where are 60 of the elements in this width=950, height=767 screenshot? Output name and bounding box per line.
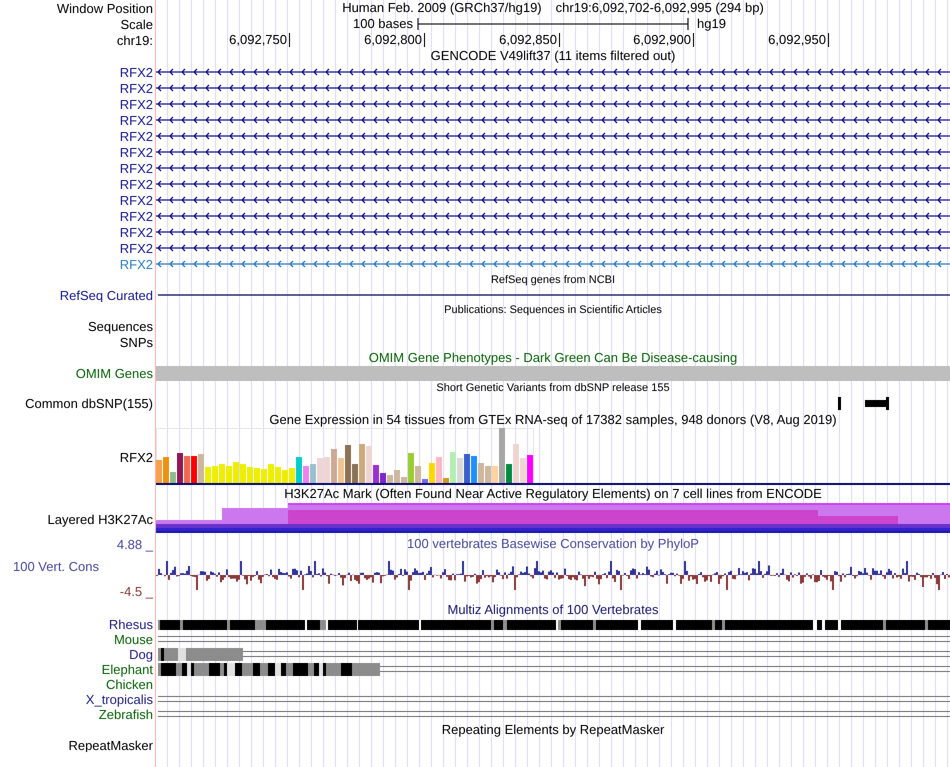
gene-name-link[interactable]: RFX2 bbox=[120, 160, 153, 176]
species-label[interactable]: Rhesus bbox=[108, 617, 153, 632]
row-label: Scale bbox=[120, 16, 153, 32]
track-title: Short Genetic Variants from dbSNP release 155 bbox=[436, 381, 670, 396]
ruler-tick-label: 6,092,850 bbox=[499, 32, 558, 48]
track-title: Repeating Elements by RepeatMasker bbox=[442, 722, 664, 738]
track-title: 100 vertebrates Basewise Conservation by PhyloP bbox=[407, 536, 699, 552]
species-label[interactable]: Mouse bbox=[114, 632, 153, 647]
assembly-title: Human Feb. 2009 (GRCh37/hg19) bbox=[342, 0, 542, 16]
gene-name-link[interactable]: RFX2 bbox=[120, 176, 153, 192]
gene-name-link[interactable]: RFX2 bbox=[120, 112, 153, 128]
species-label[interactable]: Chicken bbox=[106, 677, 153, 692]
variant-mark bbox=[838, 397, 841, 410]
track-title: RefSeq genes from NCBI bbox=[490, 272, 616, 288]
ruler-tick-label: 6,092,900 bbox=[633, 32, 692, 48]
axis-min-label: -4.5 _ bbox=[120, 584, 153, 599]
variant-mark bbox=[865, 397, 889, 410]
scale-bar-label: 100 bases bbox=[353, 16, 413, 32]
species-label[interactable]: Dog bbox=[129, 647, 153, 662]
assembly-label: hg19 bbox=[697, 16, 726, 32]
track-label[interactable]: SNPs bbox=[120, 334, 153, 350]
track-title: Gene Expression in 54 tissues from GTEx RNA-seq of 17382 samples, 948 donors (V8, Aug 2019) bbox=[269, 411, 837, 428]
ruler-tick bbox=[289, 33, 290, 47]
axis-max-label: 4.88 _ bbox=[116, 537, 153, 552]
track-title: GENCODE V49lift37 (11 items filtered out) bbox=[430, 48, 676, 64]
species-label[interactable]: X_tropicalis bbox=[86, 692, 153, 707]
track-title: OMIM Gene Phenotypes - Dark Green Can Be Disease-causing bbox=[368, 350, 738, 366]
ruler-tick bbox=[828, 33, 829, 47]
gene-name-link[interactable]: RFX2 bbox=[120, 240, 153, 256]
gene-name-link[interactable]: RFX2 bbox=[120, 128, 153, 144]
gene-name-link[interactable]: RFX2 bbox=[120, 64, 153, 80]
gene-name-link[interactable]: RFX2 bbox=[120, 144, 153, 160]
track-label[interactable]: Sequences bbox=[88, 318, 153, 334]
ruler-tick bbox=[424, 33, 425, 47]
track-label[interactable]: Layered H3K27Ac bbox=[47, 512, 153, 526]
species-label[interactable]: Elephant bbox=[102, 662, 153, 677]
species-label[interactable]: Zebrafish bbox=[98, 707, 153, 722]
gene-name-link[interactable]: RFX2 bbox=[120, 208, 153, 224]
row-label: chr19: bbox=[116, 32, 153, 48]
track-label[interactable]: 100 Vert. Cons bbox=[0, 559, 99, 574]
track-title: Publications: Sequences in Scientific Articles bbox=[444, 302, 662, 318]
track-label[interactable]: RFX2 bbox=[120, 450, 153, 464]
track-label[interactable]: OMIM Genes bbox=[76, 366, 153, 381]
gene-name-link[interactable]: RFX2 bbox=[120, 192, 153, 208]
position-title: chr19:6,092,702-6,092,995 (294 bp) bbox=[556, 0, 764, 16]
gene-name-link[interactable]: RFX2 bbox=[120, 96, 153, 112]
track-title: Multiz Alignments of 100 Vertebrates bbox=[447, 603, 658, 617]
gene-name-link[interactable]: RFX2 bbox=[120, 80, 153, 96]
ruler-tick-label: 6,092,950 bbox=[768, 32, 827, 48]
gene-name-link[interactable]: RFX2 bbox=[120, 224, 153, 240]
track-label[interactable]: RefSeq Curated bbox=[60, 288, 153, 302]
ruler-tick bbox=[559, 33, 560, 47]
track-label[interactable]: RepeatMasker bbox=[68, 738, 153, 752]
ruler-tick-label: 6,092,750 bbox=[229, 32, 288, 48]
ruler-tick-label: 6,092,800 bbox=[364, 32, 423, 48]
track-label[interactable]: Common dbSNP(155) bbox=[25, 396, 153, 411]
ruler-tick bbox=[693, 33, 694, 47]
gene-name-link[interactable]: RFX2 bbox=[120, 256, 153, 272]
track-title: H3K27Ac Mark (Often Found Near Active Regulatory Elements) on 7 cell lines from ENCODE bbox=[284, 486, 822, 502]
row-label: Window Position bbox=[56, 0, 153, 16]
